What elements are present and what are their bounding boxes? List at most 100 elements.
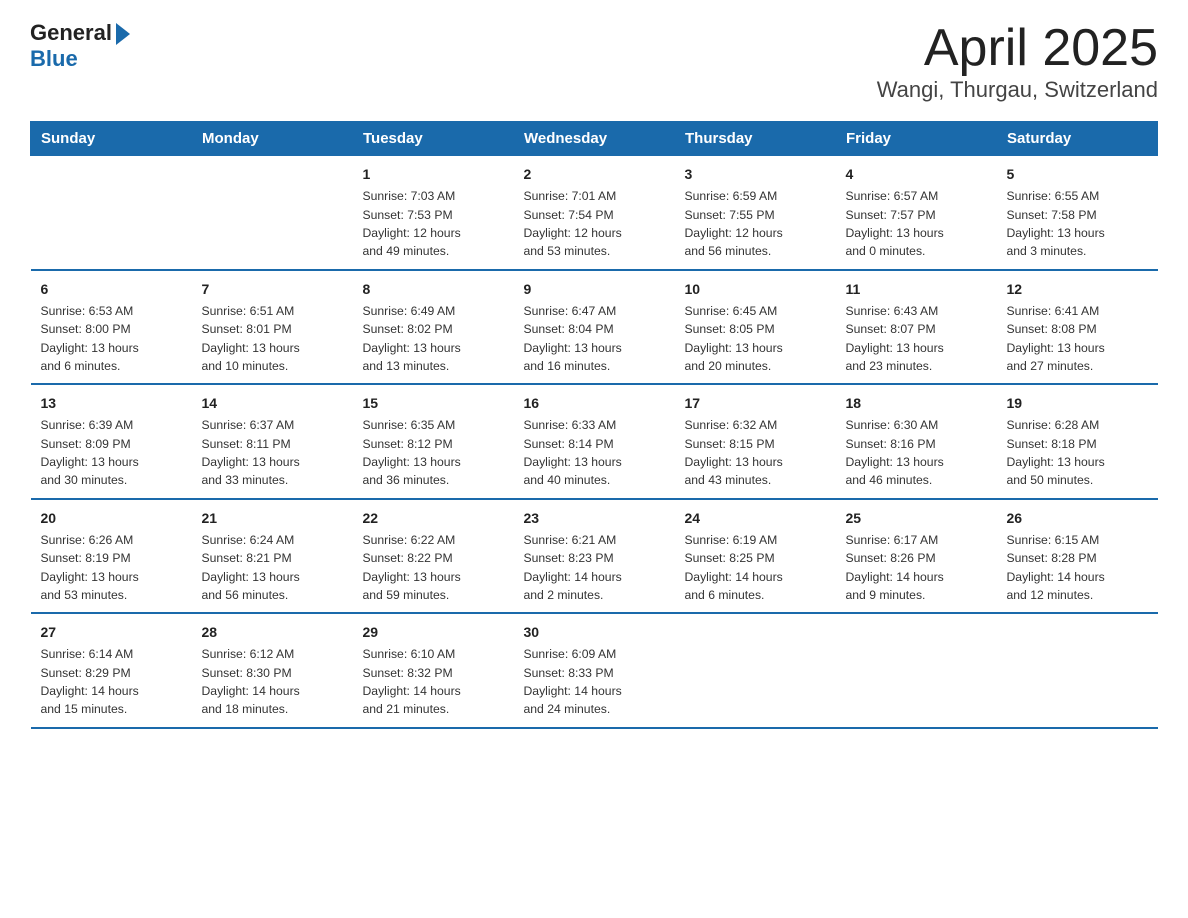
calendar-cell: 20Sunrise: 6:26 AMSunset: 8:19 PMDayligh… (31, 499, 192, 613)
day-number: 2 (524, 164, 665, 184)
logo-arrow-icon (116, 23, 130, 45)
col-wednesday: Wednesday (514, 122, 675, 156)
calendar-cell (675, 613, 836, 727)
day-number: 16 (524, 393, 665, 413)
day-info: Sunrise: 6:24 AMSunset: 8:21 PMDaylight:… (202, 533, 300, 602)
day-info: Sunrise: 6:21 AMSunset: 8:23 PMDaylight:… (524, 533, 622, 602)
calendar-cell (192, 156, 353, 270)
day-info: Sunrise: 6:14 AMSunset: 8:29 PMDaylight:… (41, 647, 139, 716)
day-number: 18 (846, 393, 987, 413)
calendar-week-row: 6 Sunrise: 6:53 AMSunset: 8:00 PMDaylight… (31, 270, 1158, 384)
calendar-cell: 10 Sunrise: 6:45 AMSunset: 8:05 PMDayligh… (675, 270, 836, 384)
day-info: Sunrise: 6:28 AMSunset: 8:18 PMDaylight:… (1007, 418, 1105, 487)
calendar-cell: 1Sunrise: 7:03 AMSunset: 7:53 PMDaylight… (353, 156, 514, 270)
calendar-cell: 3 Sunrise: 6:59 AMSunset: 7:55 PMDaylight… (675, 156, 836, 270)
day-info: Sunrise: 6:10 AMSunset: 8:32 PMDaylight:… (363, 647, 461, 716)
calendar-week-row: 20Sunrise: 6:26 AMSunset: 8:19 PMDayligh… (31, 499, 1158, 613)
calendar-cell: 19Sunrise: 6:28 AMSunset: 8:18 PMDayligh… (997, 384, 1158, 498)
day-number: 15 (363, 393, 504, 413)
calendar-cell: 27 Sunrise: 6:14 AMSunset: 8:29 PMDayligh… (31, 613, 192, 727)
calendar-title: April 2025 (877, 20, 1158, 77)
day-number: 20 (41, 508, 182, 528)
calendar-cell: 24Sunrise: 6:19 AMSunset: 8:25 PMDayligh… (675, 499, 836, 613)
calendar-cell: 22Sunrise: 6:22 AMSunset: 8:22 PMDayligh… (353, 499, 514, 613)
day-info: Sunrise: 7:01 AMSunset: 7:54 PMDaylight:… (524, 189, 622, 258)
day-info: Sunrise: 6:45 AMSunset: 8:05 PMDaylight:… (685, 304, 783, 373)
calendar-cell: 8 Sunrise: 6:49 AMSunset: 8:02 PMDaylight… (353, 270, 514, 384)
day-info: Sunrise: 6:15 AMSunset: 8:28 PMDaylight:… (1007, 533, 1105, 602)
calendar-cell: 2 Sunrise: 7:01 AMSunset: 7:54 PMDaylight… (514, 156, 675, 270)
calendar-cell: 12Sunrise: 6:41 AMSunset: 8:08 PMDayligh… (997, 270, 1158, 384)
col-monday: Monday (192, 122, 353, 156)
day-number: 6 (41, 279, 182, 299)
day-info: Sunrise: 6:47 AMSunset: 8:04 PMDaylight:… (524, 304, 622, 373)
calendar-cell: 26 Sunrise: 6:15 AMSunset: 8:28 PMDayligh… (997, 499, 1158, 613)
day-number: 27 (41, 622, 182, 642)
logo-general-text: General (30, 20, 112, 46)
day-info: Sunrise: 6:09 AMSunset: 8:33 PMDaylight:… (524, 647, 622, 716)
day-number: 11 (846, 279, 987, 299)
calendar-cell: 15 Sunrise: 6:35 AMSunset: 8:12 PMDayligh… (353, 384, 514, 498)
day-number: 14 (202, 393, 343, 413)
day-info: Sunrise: 6:12 AMSunset: 8:30 PMDaylight:… (202, 647, 300, 716)
calendar-cell: 23 Sunrise: 6:21 AMSunset: 8:23 PMDayligh… (514, 499, 675, 613)
day-info: Sunrise: 6:49 AMSunset: 8:02 PMDaylight:… (363, 304, 461, 373)
days-of-week-row: Sunday Monday Tuesday Wednesday Thursday… (31, 122, 1158, 156)
calendar-cell: 11 Sunrise: 6:43 AMSunset: 8:07 PMDayligh… (836, 270, 997, 384)
col-thursday: Thursday (675, 122, 836, 156)
day-info: Sunrise: 6:51 AMSunset: 8:01 PMDaylight:… (202, 304, 300, 373)
calendar-cell (997, 613, 1158, 727)
day-info: Sunrise: 6:43 AMSunset: 8:07 PMDaylight:… (846, 304, 944, 373)
title-block: April 2025 Wangi, Thurgau, Switzerland (877, 20, 1158, 103)
day-number: 25 (846, 508, 987, 528)
calendar-subtitle: Wangi, Thurgau, Switzerland (877, 77, 1158, 103)
logo: General Blue (30, 20, 130, 72)
calendar-cell: 16 Sunrise: 6:33 AMSunset: 8:14 PMDayligh… (514, 384, 675, 498)
day-info: Sunrise: 6:35 AMSunset: 8:12 PMDaylight:… (363, 418, 461, 487)
day-number: 13 (41, 393, 182, 413)
calendar-week-row: 27 Sunrise: 6:14 AMSunset: 8:29 PMDayligh… (31, 613, 1158, 727)
calendar-week-row: 1Sunrise: 7:03 AMSunset: 7:53 PMDaylight… (31, 156, 1158, 270)
calendar-body: 1Sunrise: 7:03 AMSunset: 7:53 PMDaylight… (31, 156, 1158, 728)
calendar-cell: 4Sunrise: 6:57 AMSunset: 7:57 PMDaylight… (836, 156, 997, 270)
calendar-cell: 21 Sunrise: 6:24 AMSunset: 8:21 PMDayligh… (192, 499, 353, 613)
day-number: 22 (363, 508, 504, 528)
day-number: 9 (524, 279, 665, 299)
day-info: Sunrise: 6:41 AMSunset: 8:08 PMDaylight:… (1007, 304, 1105, 373)
day-info: Sunrise: 6:17 AMSunset: 8:26 PMDaylight:… (846, 533, 944, 602)
day-info: Sunrise: 6:37 AMSunset: 8:11 PMDaylight:… (202, 418, 300, 487)
day-number: 10 (685, 279, 826, 299)
day-number: 8 (363, 279, 504, 299)
calendar-header: Sunday Monday Tuesday Wednesday Thursday… (31, 122, 1158, 156)
day-number: 26 (1007, 508, 1148, 528)
day-info: Sunrise: 6:39 AMSunset: 8:09 PMDaylight:… (41, 418, 139, 487)
col-friday: Friday (836, 122, 997, 156)
calendar-cell: 30Sunrise: 6:09 AMSunset: 8:33 PMDayligh… (514, 613, 675, 727)
calendar-cell: 18 Sunrise: 6:30 AMSunset: 8:16 PMDayligh… (836, 384, 997, 498)
calendar-cell: 17 Sunrise: 6:32 AMSunset: 8:15 PMDayligh… (675, 384, 836, 498)
calendar-table: Sunday Monday Tuesday Wednesday Thursday… (30, 121, 1158, 728)
calendar-cell (31, 156, 192, 270)
day-number: 23 (524, 508, 665, 528)
day-number: 21 (202, 508, 343, 528)
calendar-cell: 25 Sunrise: 6:17 AMSunset: 8:26 PMDayligh… (836, 499, 997, 613)
day-number: 1 (363, 164, 504, 184)
day-info: Sunrise: 6:53 AMSunset: 8:00 PMDaylight:… (41, 304, 139, 373)
day-info: Sunrise: 6:19 AMSunset: 8:25 PMDaylight:… (685, 533, 783, 602)
day-number: 3 (685, 164, 826, 184)
calendar-cell: 7 Sunrise: 6:51 AMSunset: 8:01 PMDaylight… (192, 270, 353, 384)
day-info: Sunrise: 6:32 AMSunset: 8:15 PMDaylight:… (685, 418, 783, 487)
calendar-cell: 9 Sunrise: 6:47 AMSunset: 8:04 PMDaylight… (514, 270, 675, 384)
day-number: 28 (202, 622, 343, 642)
calendar-cell: 29Sunrise: 6:10 AMSunset: 8:32 PMDayligh… (353, 613, 514, 727)
day-number: 5 (1007, 164, 1148, 184)
col-tuesday: Tuesday (353, 122, 514, 156)
day-number: 17 (685, 393, 826, 413)
day-info: Sunrise: 6:33 AMSunset: 8:14 PMDaylight:… (524, 418, 622, 487)
col-sunday: Sunday (31, 122, 192, 156)
day-number: 7 (202, 279, 343, 299)
day-info: Sunrise: 6:30 AMSunset: 8:16 PMDaylight:… (846, 418, 944, 487)
calendar-cell: 14 Sunrise: 6:37 AMSunset: 8:11 PMDayligh… (192, 384, 353, 498)
day-info: Sunrise: 6:59 AMSunset: 7:55 PMDaylight:… (685, 189, 783, 258)
col-saturday: Saturday (997, 122, 1158, 156)
